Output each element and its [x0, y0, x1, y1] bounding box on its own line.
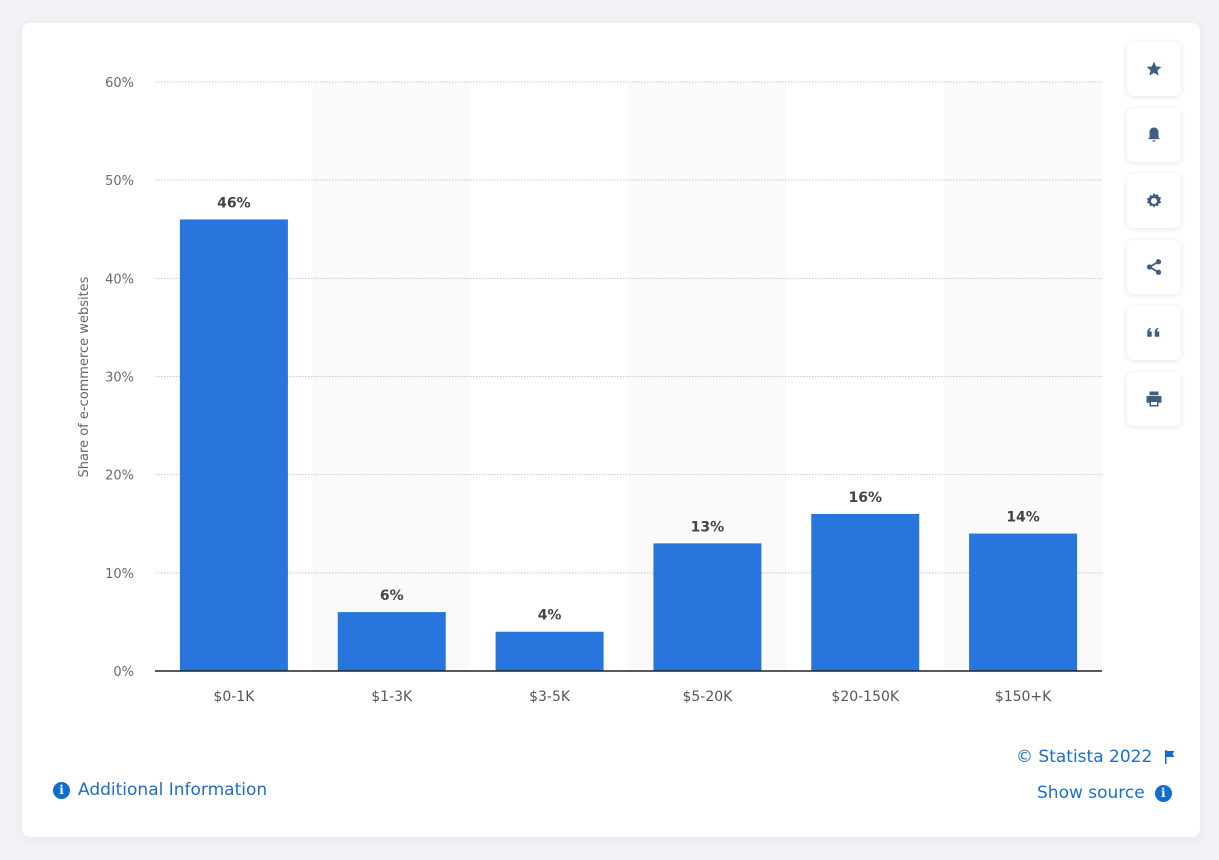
- data-label: 46%: [217, 195, 251, 211]
- bar-$0-1K: [179, 219, 288, 671]
- share-button[interactable]: [1127, 240, 1181, 294]
- x-tick-label: $3-5K: [529, 689, 571, 705]
- gear-icon: [1146, 192, 1162, 208]
- additional-information-link[interactable]: i Additional Information: [53, 780, 267, 800]
- info-icon: i: [1154, 784, 1172, 802]
- y-tick-label: 20%: [105, 469, 134, 484]
- bar-chart: 0% 10% 20% 30% 40% 50% 60% 46% 6% 4% 13% 16% 14% $0…: [77, 76, 1102, 705]
- additional-information-label: Additional Information: [78, 780, 268, 800]
- info-icon: i: [53, 781, 70, 799]
- y-tick-label: 10%: [105, 567, 134, 582]
- x-tick-label: $0-1K: [213, 689, 255, 705]
- copyright-label: © Statista 2022: [1016, 747, 1153, 767]
- star-icon: [1146, 61, 1162, 76]
- favorite-button[interactable]: [1127, 42, 1181, 96]
- data-label: 6%: [380, 588, 404, 604]
- y-tick-label: 0%: [113, 665, 134, 680]
- quote-icon: [1147, 327, 1160, 337]
- bar-$3-5K: [495, 631, 604, 671]
- notification-button[interactable]: [1127, 108, 1181, 162]
- bar-$1-3K: [337, 612, 446, 671]
- share-icon: [1146, 259, 1162, 275]
- bar-$150+K: [969, 533, 1078, 671]
- data-label: 16%: [848, 490, 882, 506]
- bar-$5-20K: [653, 543, 762, 671]
- x-tick-label: $1-3K: [371, 689, 413, 705]
- y-axis-label: Share of e-commerce websites: [77, 276, 92, 477]
- y-tick-label: 60%: [105, 76, 134, 91]
- x-tick-label: $20-150K: [831, 689, 899, 705]
- data-label: 13%: [691, 519, 725, 535]
- data-label: 14%: [1006, 510, 1040, 526]
- bell-icon: [1148, 127, 1160, 142]
- settings-button[interactable]: [1127, 174, 1181, 228]
- data-label: 4%: [538, 608, 562, 624]
- print-button[interactable]: [1127, 372, 1181, 426]
- show-source-link[interactable]: Show source i: [1037, 783, 1172, 803]
- y-tick-label: 30%: [105, 371, 134, 386]
- cite-button[interactable]: [1127, 306, 1181, 360]
- x-tick-label: $150+K: [995, 689, 1052, 705]
- statista-copyright[interactable]: © Statista 2022: [1016, 747, 1176, 767]
- y-tick-label: 40%: [105, 272, 134, 287]
- y-tick-label: 50%: [105, 174, 134, 189]
- flag-icon: [1165, 750, 1175, 764]
- show-source-label: Show source: [1037, 783, 1145, 803]
- x-tick-label: $5-20K: [682, 689, 733, 705]
- print-icon: [1146, 391, 1162, 407]
- bar-$20-150K: [811, 513, 920, 671]
